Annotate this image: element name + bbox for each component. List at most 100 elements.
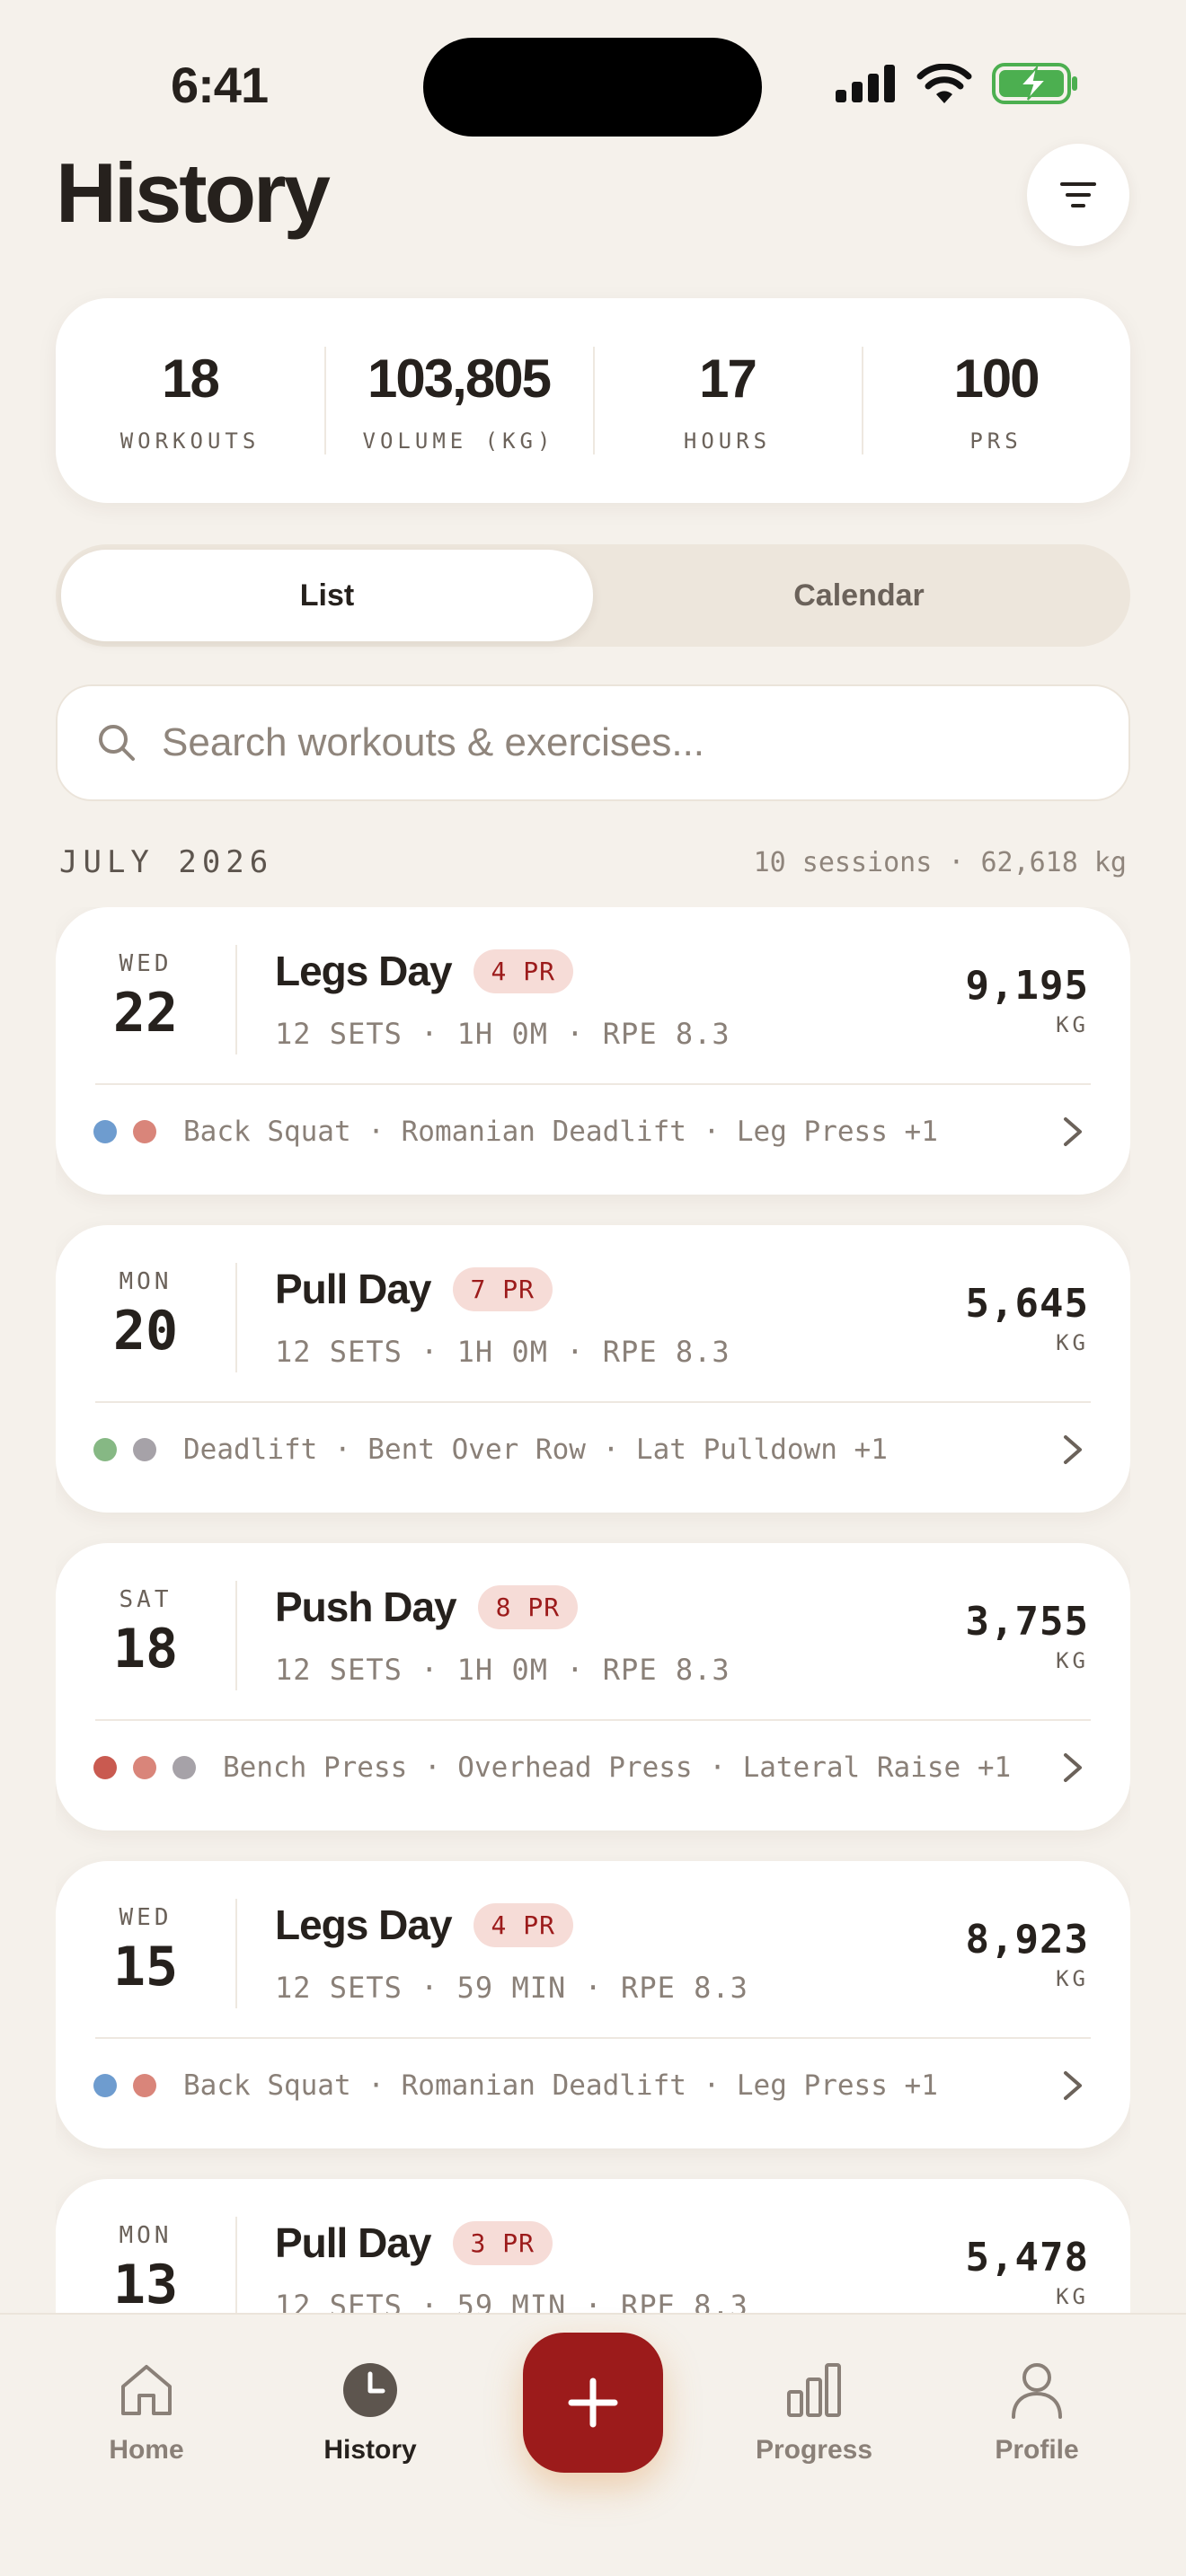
divider: [235, 1263, 237, 1372]
stat-label: WORKOUTS: [119, 428, 261, 454]
workout-weekday: WED: [119, 950, 173, 977]
workout-day: 13: [112, 2254, 179, 2313]
month-label: JULY 2026: [59, 844, 274, 880]
workout-meta: 12 SETS · 1H 0M · RPE 8.3: [275, 1653, 730, 1687]
volume-value: 8,923: [965, 1917, 1089, 1963]
workout-title-row: Pull Day 7 PR: [275, 1265, 553, 1313]
volume-unit: KG: [1056, 1012, 1089, 1037]
wifi-icon: [916, 64, 972, 103]
workout-exercises-row: Deadlift · Bent Over Row · Lat Pulldown …: [93, 1425, 1091, 1475]
stat-value: 100: [953, 348, 1040, 409]
tab-list[interactable]: List: [61, 550, 593, 641]
workout-day: 18: [112, 1618, 179, 1681]
workout-card[interactable]: WED 22 Legs Day 4 PR 12 SETS · 1H 0M · R…: [56, 907, 1130, 1195]
stat-label: VOLUME (KG): [362, 428, 555, 454]
pr-badge: 4 PR: [473, 1902, 573, 1947]
muscle-dot: [133, 1120, 156, 1143]
pr-badge: 8 PR: [477, 1584, 579, 1629]
workout-meta: 12 SETS · 1H 0M · RPE 8.3: [275, 1017, 730, 1051]
search-input[interactable]: [162, 720, 1060, 765]
workout-weekday: MON: [119, 2222, 173, 2249]
volume-value: 9,195: [965, 963, 1089, 1009]
search-icon: [99, 725, 135, 761]
muscle-dot: [133, 1756, 156, 1779]
clock-icon: [343, 2363, 397, 2417]
chevron-right-icon[interactable]: [1055, 1114, 1091, 1150]
workout-volume: 3,755 KG: [966, 1599, 1089, 1673]
volume-unit: KG: [1056, 1966, 1089, 1991]
workout-volume: 8,923 KG: [966, 1917, 1089, 1991]
muscle-group-dots: [93, 1120, 156, 1143]
divider: [235, 2217, 237, 2313]
workout-card[interactable]: SAT 18 Push Day 8 PR 12 SETS · 1H 0M · R…: [56, 1543, 1130, 1831]
muscle-dot: [93, 2074, 117, 2097]
home-icon: [121, 2365, 172, 2415]
exercise-list: Back Squat · Romanian Deadlift · Leg Pre…: [183, 1116, 938, 1148]
muscle-dot: [133, 2074, 156, 2097]
tab-history[interactable]: History: [280, 2361, 460, 2466]
page-title: History: [56, 146, 331, 240]
filter-icon: [1060, 182, 1096, 207]
search-bar[interactable]: [56, 684, 1130, 801]
chevron-right-icon[interactable]: [1055, 1750, 1091, 1786]
filter-button[interactable]: [1027, 144, 1129, 246]
tab-profile[interactable]: Profile: [947, 2361, 1127, 2466]
bar-chart-icon: [787, 2363, 841, 2417]
muscle-dot: [93, 1438, 117, 1461]
chevron-right-icon[interactable]: [1055, 1432, 1091, 1468]
workout-date: WED 15: [56, 1904, 235, 1996]
workout-card[interactable]: MON 20 Pull Day 7 PR 12 SETS · 1H 0M · R…: [56, 1225, 1130, 1513]
plus-icon: [568, 2378, 618, 2428]
divider: [95, 1401, 1091, 1403]
add-workout-button[interactable]: [523, 2333, 663, 2473]
tab-label: Home: [109, 2435, 184, 2465]
volume-value: 5,478: [965, 2235, 1089, 2280]
volume-value: 5,645: [965, 1281, 1089, 1327]
tab-calendar[interactable]: Calendar: [593, 550, 1125, 641]
stat-value: 18: [162, 348, 220, 409]
workout-volume: 9,195 KG: [966, 963, 1089, 1037]
muscle-dot: [93, 1756, 117, 1779]
workout-card[interactable]: WED 15 Legs Day 4 PR 12 SETS · 59 MIN · …: [56, 1861, 1130, 2148]
workout-title-row: Push Day 8 PR: [275, 1583, 579, 1631]
month-summary: 10 sessions · 62,618 kg: [753, 847, 1127, 878]
workout-meta: 12 SETS · 59 MIN · RPE 8.3: [275, 2289, 748, 2313]
signal-icon: [836, 65, 895, 102]
workout-title-row: Legs Day 4 PR: [275, 947, 573, 995]
workout-weekday: SAT: [119, 1586, 173, 1613]
stat-prs: 100 PRS: [862, 338, 1130, 463]
muscle-group-dots: [93, 2074, 156, 2097]
volume-unit: KG: [1056, 1648, 1089, 1673]
pr-badge: 4 PR: [473, 948, 573, 993]
muscle-group-dots: [93, 1756, 196, 1779]
workout-date: MON 13: [56, 2222, 235, 2313]
stat-volume: 103,805 VOLUME (KG): [324, 338, 593, 463]
battery-charging-icon: [992, 63, 1077, 104]
divider: [235, 1899, 237, 2008]
volume-unit: KG: [1056, 2284, 1089, 2309]
status-time: 6:41: [171, 57, 269, 113]
divider: [95, 1083, 1091, 1085]
workout-volume: 5,645 KG: [966, 1281, 1089, 1355]
workout-exercises-row: Back Squat · Romanian Deadlift · Leg Pre…: [93, 2060, 1091, 2111]
tab-home[interactable]: Home: [57, 2361, 236, 2466]
workout-card[interactable]: MON 13 Pull Day 3 PR 12 SETS · 59 MIN · …: [56, 2179, 1130, 2313]
workout-exercises-row: Back Squat · Romanian Deadlift · Leg Pre…: [93, 1107, 1091, 1157]
tab-progress[interactable]: Progress: [724, 2361, 904, 2466]
workout-name: Legs Day: [275, 948, 453, 994]
tab-label: Profile: [995, 2435, 1079, 2465]
workout-date: SAT 18: [56, 1586, 235, 1678]
workout-title-row: Pull Day 3 PR: [275, 2219, 553, 2267]
workout-meta: 12 SETS · 59 MIN · RPE 8.3: [275, 1971, 748, 2005]
workout-name: Push Day: [275, 1584, 457, 1630]
workout-weekday: WED: [119, 1904, 173, 1931]
view-toggle: List Calendar: [56, 544, 1130, 647]
exercise-list: Back Squat · Romanian Deadlift · Leg Pre…: [183, 2069, 938, 2102]
divider: [235, 1581, 237, 1690]
dynamic-island: [423, 38, 762, 137]
muscle-dot: [133, 1438, 156, 1461]
stat-label: PRS: [969, 428, 1022, 454]
stats-summary: 18 WORKOUTS 103,805 VOLUME (KG) 17 HOURS…: [56, 298, 1130, 503]
workout-volume: 5,478 KG: [966, 2235, 1089, 2309]
chevron-right-icon[interactable]: [1055, 2068, 1091, 2104]
